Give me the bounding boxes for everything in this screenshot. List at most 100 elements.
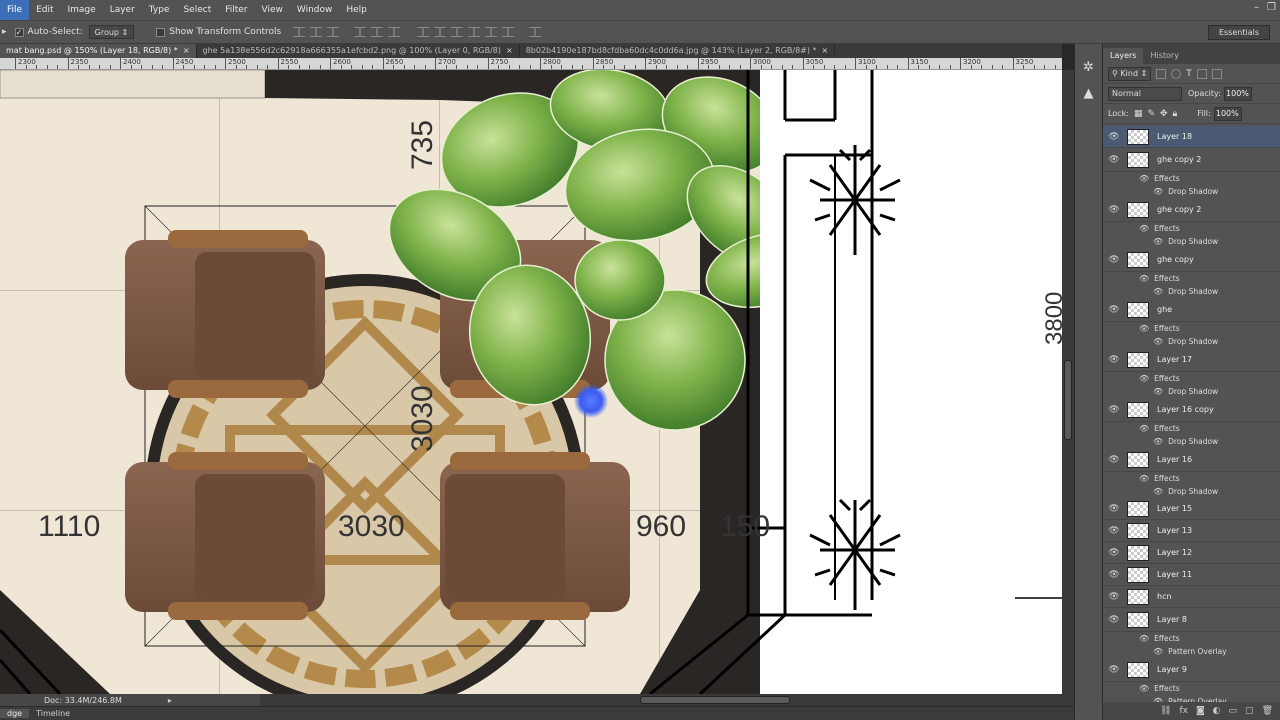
layer-row[interactable]: 👁︎ Layer 17 [1103, 348, 1280, 372]
layer-effect-row[interactable]: 👁︎ Drop Shadow [1103, 385, 1280, 398]
bottom-tab[interactable]: Timeline [29, 709, 77, 718]
layer-row[interactable]: 👁︎ Layer 12 [1103, 542, 1280, 564]
layer-name[interactable]: Layer 12 [1157, 548, 1192, 557]
close-tab-icon[interactable]: × [822, 46, 829, 55]
layer-effects-row[interactable]: 👁︎ Effects [1103, 322, 1280, 335]
effect-eye-icon[interactable]: 👁︎ [1139, 684, 1149, 693]
new-layer-icon[interactable]: ▢ [1245, 706, 1254, 716]
layer-name[interactable]: Layer 16 copy [1157, 405, 1214, 414]
layer-effects-row[interactable]: 👁︎ Effects [1103, 682, 1280, 695]
effect-eye-icon[interactable]: 👁︎ [1153, 187, 1163, 196]
layer-row[interactable]: 👁︎ ghe copy 2 [1103, 148, 1280, 172]
visibility-eye-icon[interactable]: 👁︎ [1107, 592, 1121, 602]
move-tool-arrow-icon[interactable]: ▸ [2, 27, 7, 37]
auto-align-icon[interactable] [529, 27, 542, 37]
close-tab-icon[interactable]: × [183, 46, 190, 55]
layer-row[interactable]: 👁︎ ghe copy [1103, 248, 1280, 272]
layer-row[interactable]: 👁︎ Layer 13 [1103, 520, 1280, 542]
panel-tab-layers[interactable]: Layers [1103, 48, 1144, 64]
visibility-eye-icon[interactable]: 👁︎ [1107, 155, 1121, 165]
effect-eye-icon[interactable]: 👁︎ [1139, 634, 1149, 643]
effect-eye-icon[interactable]: 👁︎ [1139, 174, 1149, 183]
effect-eye-icon[interactable]: 👁︎ [1139, 324, 1149, 333]
layer-name[interactable]: Layer 15 [1157, 504, 1192, 513]
layer-row[interactable]: 👁︎ ghe copy 2 [1103, 198, 1280, 222]
restore-icon[interactable]: ❐ [1267, 2, 1276, 13]
document-tab[interactable]: mat bang.psd @ 150% (Layer 18, RGB/8) * × [0, 44, 197, 58]
distribute-left-icon[interactable] [468, 27, 481, 37]
layer-name[interactable]: Layer 8 [1157, 615, 1187, 624]
align-left-icon[interactable] [354, 27, 367, 37]
layer-effect-row[interactable]: 👁︎ Drop Shadow [1103, 435, 1280, 448]
minimize-icon[interactable]: – [1254, 2, 1259, 13]
distribute-vcenter-icon[interactable] [434, 27, 447, 37]
layer-effect-row[interactable]: 👁︎ Drop Shadow [1103, 185, 1280, 198]
lock-paint-icon[interactable]: ✎ [1147, 109, 1155, 119]
adjustment-icon[interactable]: ◐ [1213, 706, 1221, 716]
menu-file[interactable]: File [0, 0, 30, 20]
lock-all-icon[interactable]: 🔒︎ [1173, 109, 1178, 119]
align-right-icon[interactable] [388, 27, 401, 37]
distribute-hcenter-icon[interactable] [485, 27, 498, 37]
menu-image[interactable]: Image [61, 0, 103, 20]
layer-row[interactable]: 👁︎ hcn [1103, 586, 1280, 608]
layer-name[interactable]: Layer 11 [1157, 570, 1192, 579]
layer-row[interactable]: 👁︎ Layer 16 copy [1103, 398, 1280, 422]
layer-row[interactable]: 👁︎ Layer 16 [1103, 448, 1280, 472]
layer-name[interactable]: ghe copy 2 [1157, 205, 1201, 214]
layer-effects-row[interactable]: 👁︎ Effects [1103, 422, 1280, 435]
layer-effect-row[interactable]: 👁︎ Pattern Overlay [1103, 695, 1280, 702]
visibility-eye-icon[interactable]: 👁︎ [1107, 665, 1121, 675]
adjustment-filter-icon[interactable] [1171, 68, 1182, 79]
visibility-eye-icon[interactable]: 👁︎ [1107, 526, 1121, 536]
visibility-eye-icon[interactable]: 👁︎ [1107, 548, 1121, 558]
document-tab[interactable]: 8b02b4190e187bd8cfdba60dc4c0dd6a.jpg @ 1… [520, 44, 836, 58]
layer-effects-row[interactable]: 👁︎ Effects [1103, 472, 1280, 485]
layer-effects-row[interactable]: 👁︎ Effects [1103, 372, 1280, 385]
trash-icon[interactable]: 🗑︎ [1262, 706, 1273, 716]
align-bottom-icon[interactable] [327, 27, 340, 37]
effect-eye-icon[interactable]: 👁︎ [1153, 647, 1163, 656]
effect-eye-icon[interactable]: 👁︎ [1139, 274, 1149, 283]
menu-window[interactable]: Window [290, 0, 340, 20]
layer-name[interactable]: Layer 9 [1157, 665, 1187, 674]
vertical-scroll-thumb[interactable] [1064, 360, 1072, 440]
distribute-top-icon[interactable] [417, 27, 430, 37]
mask-icon[interactable]: ◙ [1196, 706, 1205, 716]
layer-name[interactable]: Layer 16 [1157, 455, 1192, 464]
layer-row[interactable]: 👁︎ Layer 8 [1103, 608, 1280, 632]
layer-row[interactable]: 👁︎ Layer 15 [1103, 498, 1280, 520]
layer-row[interactable]: 👁︎ ghe [1103, 298, 1280, 322]
effect-eye-icon[interactable]: 👁︎ [1153, 487, 1163, 496]
layer-effect-row[interactable]: 👁︎ Drop Shadow [1103, 335, 1280, 348]
layer-effects-row[interactable]: 👁︎ Effects [1103, 172, 1280, 185]
layer-effect-row[interactable]: 👁︎ Pattern Overlay [1103, 645, 1280, 658]
effect-eye-icon[interactable]: 👁︎ [1153, 337, 1163, 346]
horizontal-scroll-thumb[interactable] [640, 696, 790, 704]
layer-row[interactable]: 👁︎ Layer 18 [1103, 126, 1280, 148]
lock-transparency-icon[interactable]: ▦ [1134, 109, 1143, 119]
shape-filter-icon[interactable] [1196, 68, 1207, 79]
align-top-icon[interactable] [293, 27, 306, 37]
align-vcenter-icon[interactable] [310, 27, 323, 37]
layer-effects-row[interactable]: 👁︎ Effects [1103, 632, 1280, 645]
menu-edit[interactable]: Edit [29, 0, 60, 20]
navigator-icon[interactable]: ✲ [1079, 58, 1099, 78]
document-tab[interactable]: ghe 5a138e556d2c62918a666355a1efcbd2.png… [197, 44, 520, 58]
effect-eye-icon[interactable]: 👁︎ [1153, 387, 1163, 396]
layer-name[interactable]: ghe copy [1157, 255, 1194, 264]
menu-view[interactable]: View [255, 0, 290, 20]
effect-eye-icon[interactable]: 👁︎ [1153, 437, 1163, 446]
effect-eye-icon[interactable]: 👁︎ [1139, 474, 1149, 483]
effect-eye-icon[interactable]: 👁︎ [1139, 224, 1149, 233]
layer-effect-row[interactable]: 👁︎ Drop Shadow [1103, 485, 1280, 498]
layer-name[interactable]: hcn [1157, 592, 1172, 601]
visibility-eye-icon[interactable]: 👁︎ [1107, 255, 1121, 265]
menu-help[interactable]: Help [339, 0, 374, 20]
opacity-input[interactable]: 100% [1223, 86, 1252, 101]
bottom-tab[interactable]: dge [0, 709, 30, 718]
auto-select-checkbox[interactable]: ✓ [14, 27, 24, 37]
new-group-icon[interactable]: ▭ [1229, 706, 1238, 716]
effect-eye-icon[interactable]: 👁︎ [1139, 374, 1149, 383]
layer-row[interactable]: 👁︎ Layer 9 [1103, 658, 1280, 682]
